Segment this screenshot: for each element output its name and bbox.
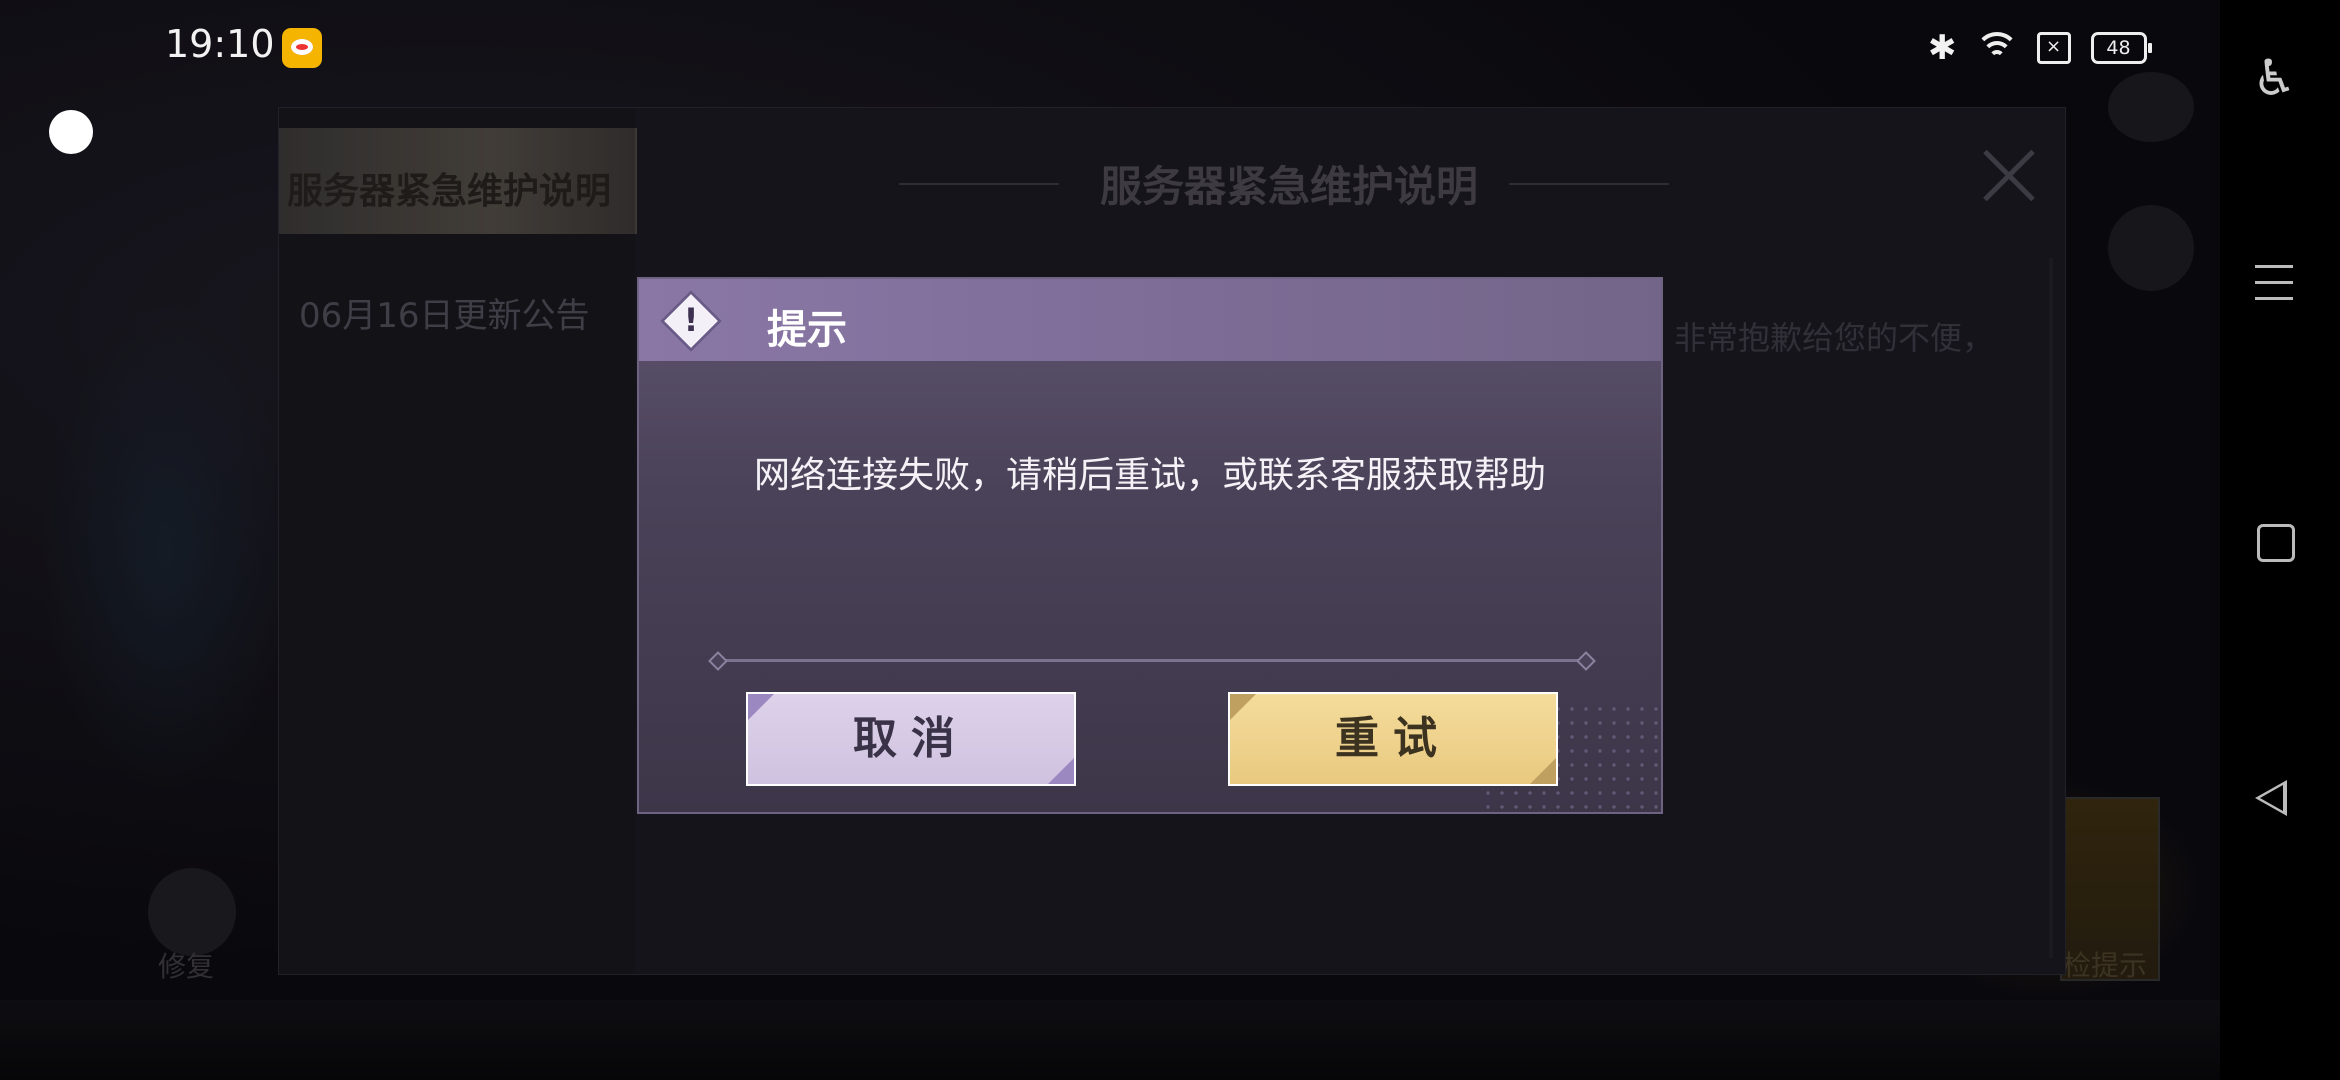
retry-button[interactable]: 重试 — [1228, 692, 1558, 786]
floating-assistant-button[interactable] — [49, 110, 93, 154]
status-bar: 19:10 ✱ × 48 — [0, 0, 2220, 96]
sim-icon: × — [2036, 32, 2071, 64]
notification-app-icon — [282, 28, 322, 68]
alert-dialog: ! 提示 网络连接失败，请稍后重试，或联系客服获取帮助 取消 重试 — [637, 277, 1663, 814]
battery-icon: 48 — [2090, 32, 2152, 64]
bluetooth-icon: ✱ — [1928, 28, 1957, 68]
dialog-divider — [717, 659, 1587, 662]
wifi-icon — [1974, 30, 2019, 66]
status-time: 19:10 — [165, 22, 275, 66]
back-icon[interactable] — [2255, 780, 2287, 816]
accessibility-icon[interactable]: ♿ — [2252, 50, 2297, 106]
home-icon[interactable] — [2257, 524, 2295, 562]
menu-icon[interactable] — [2255, 265, 2293, 301]
dialog-title: 提示 — [767, 307, 847, 353]
dialog-message: 网络连接失败，请稍后重试，或联系客服获取帮助 — [753, 455, 1546, 496]
warning-icon: ! — [659, 289, 723, 353]
status-icons: ✱ × 48 — [1928, 26, 2152, 70]
cancel-button[interactable]: 取消 — [746, 692, 1076, 786]
